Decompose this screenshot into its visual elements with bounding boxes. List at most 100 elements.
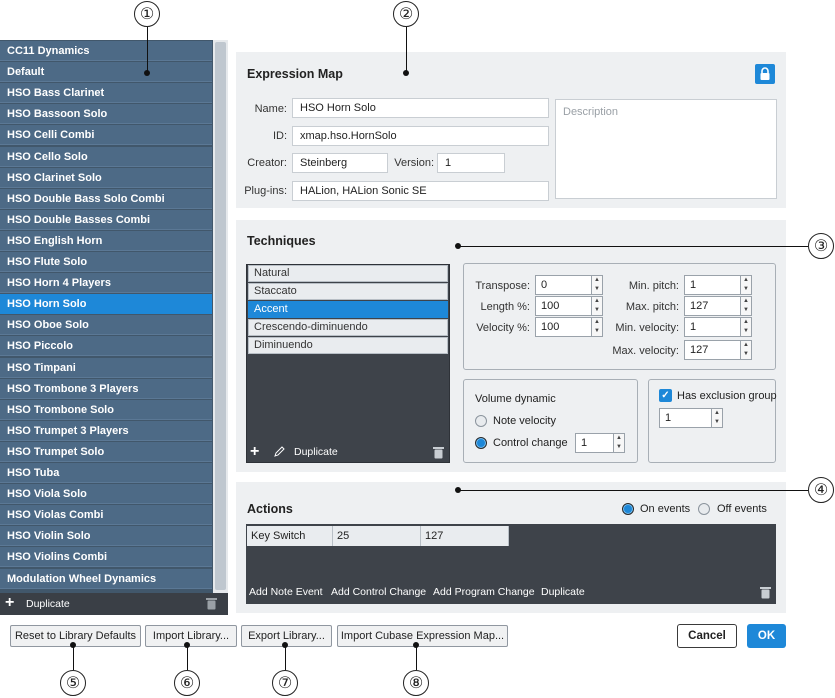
- velocity-stepper[interactable]: 100 ▲ ▼: [535, 317, 603, 337]
- library-duplicate-button[interactable]: Duplicate: [26, 598, 70, 610]
- library-list-item[interactable]: HSO Violas Combi: [0, 505, 212, 526]
- transpose-stepper[interactable]: 0 ▲ ▼: [535, 275, 603, 295]
- volume-dynamic-title: Volume dynamic: [475, 393, 556, 405]
- library-list-item[interactable]: Modulation Wheel Dynamics: [0, 568, 212, 589]
- callout-5-dot: [70, 642, 76, 648]
- min-pitch-stepper[interactable]: 1 ▲ ▼: [684, 275, 752, 295]
- callout-7-dot: [282, 642, 288, 648]
- library-list-item[interactable]: HSO Double Basses Combi: [0, 209, 212, 230]
- ok-button[interactable]: OK: [747, 624, 786, 648]
- library-list-item[interactable]: HSO Bass Clarinet: [0, 83, 212, 104]
- library-list-item[interactable]: HSO Celli Combi: [0, 125, 212, 146]
- control-change-value: 1: [581, 437, 588, 449]
- stepper-arrows-icon[interactable]: ▲ ▼: [740, 297, 751, 315]
- library-list-item[interactable]: HSO Clarinet Solo: [0, 167, 212, 188]
- stepper-arrows-icon[interactable]: ▲ ▼: [740, 318, 751, 336]
- callout-6-dot: [184, 642, 190, 648]
- control-change-radio[interactable]: [475, 437, 487, 449]
- library-list-item[interactable]: HSO Timpani: [0, 357, 212, 378]
- library-scrollbar-thumb[interactable]: [215, 42, 226, 590]
- plus-icon[interactable]: +: [5, 595, 14, 611]
- off-events-label: Off events: [717, 503, 767, 515]
- callout-1: ①: [134, 1, 160, 27]
- library-list-item[interactable]: HSO Trumpet 3 Players: [0, 420, 212, 441]
- plugins-field[interactable]: HALion, HALion Sonic SE: [292, 181, 549, 201]
- max-velocity-value: 127: [690, 344, 709, 356]
- add-note-event-button[interactable]: Add Note Event: [249, 586, 323, 598]
- min-velocity-label: Min. velocity:: [615, 322, 679, 334]
- min-velocity-stepper[interactable]: 1 ▲ ▼: [684, 317, 752, 337]
- library-list-item[interactable]: CC11 Dynamics: [0, 41, 212, 61]
- action-value1-cell[interactable]: 25: [333, 526, 421, 546]
- trash-icon[interactable]: [760, 586, 771, 602]
- note-velocity-label: Note velocity: [493, 415, 556, 427]
- note-velocity-radio[interactable]: [475, 415, 487, 427]
- technique-list-item[interactable]: Accent: [248, 301, 448, 318]
- add-control-change-button[interactable]: Add Control Change: [331, 586, 426, 598]
- library-list-item[interactable]: Default: [0, 62, 212, 83]
- callout-2: ②: [393, 1, 419, 27]
- library-list-item[interactable]: HSO Oboe Solo: [0, 315, 212, 336]
- stepper-arrows-icon[interactable]: ▲ ▼: [740, 341, 751, 359]
- callout-2-leader: [406, 27, 408, 72]
- callout-2-dot: [403, 70, 409, 76]
- library-list-item[interactable]: HSO Tuba: [0, 463, 212, 483]
- library-list-item[interactable]: HSO Trombone Solo: [0, 399, 212, 420]
- id-field[interactable]: xmap.hso.HornSolo: [292, 126, 549, 146]
- library-list-item[interactable]: HSO Violin Solo: [0, 526, 212, 547]
- library-list-item[interactable]: HSO Horn Solo: [0, 294, 212, 315]
- callout-7: ⑦: [272, 670, 298, 696]
- stepper-arrows-icon[interactable]: ▲ ▼: [711, 409, 722, 427]
- cancel-button[interactable]: Cancel: [677, 624, 737, 648]
- control-change-stepper[interactable]: 1 ▲ ▼: [575, 433, 625, 453]
- lock-icon[interactable]: [755, 64, 775, 84]
- stepper-arrows-icon[interactable]: ▲ ▼: [613, 434, 624, 452]
- technique-list-item[interactable]: Diminuendo: [248, 337, 448, 354]
- library-list-item[interactable]: HSO Trumpet Solo: [0, 441, 212, 462]
- exclusion-group-stepper[interactable]: 1 ▲ ▼: [659, 408, 723, 428]
- library-list-item[interactable]: HSO Piccolo: [0, 336, 212, 357]
- plus-icon[interactable]: +: [250, 443, 259, 461]
- callout-4: ④: [808, 477, 834, 503]
- import-cubase-expression-map-button[interactable]: Import Cubase Expression Map...: [337, 625, 508, 647]
- max-pitch-stepper[interactable]: 127 ▲ ▼: [684, 296, 752, 316]
- max-velocity-label: Max. velocity:: [612, 345, 679, 357]
- library-list-item[interactable]: HSO Violins Combi: [0, 547, 212, 568]
- version-label: Version:: [394, 157, 434, 169]
- techniques-title: Techniques: [247, 234, 316, 248]
- library-list-item[interactable]: HSO Double Bass Solo Combi: [0, 188, 212, 209]
- library-list-item[interactable]: HSO English Horn: [0, 230, 212, 251]
- library-list-item[interactable]: HSO Flute Solo: [0, 252, 212, 272]
- techniques-duplicate-button[interactable]: Duplicate: [294, 446, 338, 458]
- trash-icon[interactable]: [206, 597, 217, 613]
- import-library-button[interactable]: Import Library...: [145, 625, 237, 647]
- technique-list-item[interactable]: Crescendo-diminuendo: [248, 319, 448, 336]
- stepper-arrows-icon[interactable]: ▲ ▼: [740, 276, 751, 294]
- technique-list-item[interactable]: Natural: [248, 265, 448, 282]
- pencil-icon[interactable]: [273, 446, 285, 461]
- creator-field[interactable]: Steinberg: [292, 153, 388, 173]
- on-events-radio[interactable]: [622, 503, 634, 515]
- trash-icon[interactable]: [433, 446, 444, 462]
- library-list-item[interactable]: HSO Horn 4 Players: [0, 273, 212, 294]
- action-value2-cell[interactable]: 127: [421, 526, 509, 546]
- add-program-change-button[interactable]: Add Program Change: [433, 586, 535, 598]
- length-stepper[interactable]: 100 ▲ ▼: [535, 296, 603, 316]
- callout-7-leader: [285, 645, 287, 670]
- action-type-cell[interactable]: Key Switch: [247, 526, 333, 546]
- off-events-radio[interactable]: [698, 503, 710, 515]
- library-list-item[interactable]: HSO Bassoon Solo: [0, 104, 212, 125]
- description-field[interactable]: Description: [555, 99, 777, 199]
- library-list-item[interactable]: HSO Cello Solo: [0, 146, 212, 167]
- library-list-item[interactable]: HSO Trombone 3 Players: [0, 378, 212, 399]
- name-field[interactable]: HSO Horn Solo: [292, 98, 549, 118]
- exclusion-checkbox[interactable]: ✓: [659, 389, 672, 402]
- actions-duplicate-button[interactable]: Duplicate: [541, 586, 585, 598]
- library-list-item[interactable]: HSO Viola Solo: [0, 484, 212, 505]
- max-velocity-stepper[interactable]: 127 ▲ ▼: [684, 340, 752, 360]
- length-value: 100: [541, 300, 560, 312]
- creator-label: Creator:: [247, 157, 287, 169]
- callout-8: ⑧: [403, 670, 429, 696]
- version-field[interactable]: 1: [437, 153, 505, 173]
- technique-list-item[interactable]: Staccato: [248, 283, 448, 300]
